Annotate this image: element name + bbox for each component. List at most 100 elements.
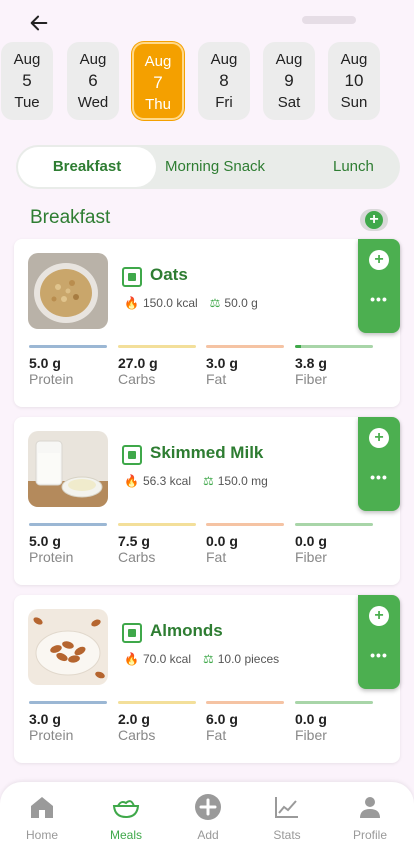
date-chip[interactable]: Aug 10 Sun bbox=[328, 42, 380, 120]
plus-circle-icon bbox=[178, 794, 238, 820]
nutrient-protein: 5.0 g Protein bbox=[29, 523, 107, 565]
nutrient-value: 3.0 g bbox=[29, 711, 61, 727]
food-calories: 70.0 kcal bbox=[142, 652, 191, 666]
arrow-left-icon[interactable] bbox=[28, 12, 50, 34]
food-amount: 50.0 g bbox=[224, 296, 258, 310]
food-name: Almonds bbox=[150, 621, 223, 640]
date-month: Aug bbox=[275, 51, 303, 68]
date-chip[interactable]: Aug 6 Wed bbox=[67, 42, 119, 120]
date-chip-selected[interactable]: Aug 7 Thu bbox=[132, 42, 184, 120]
nutrient-label: Fat bbox=[206, 727, 227, 743]
home-icon bbox=[12, 794, 72, 820]
nutrient-label: Carbs bbox=[118, 549, 156, 565]
veg-indicator-icon bbox=[122, 267, 142, 287]
date-weekday: Fri bbox=[215, 94, 233, 111]
nutrient-value: 3.0 g bbox=[206, 355, 238, 371]
bottom-nav: Home Meals Add Stats Profile bbox=[0, 782, 414, 850]
food-name: Skimmed Milk bbox=[150, 443, 264, 462]
nav-meals[interactable]: Meals bbox=[96, 794, 156, 842]
person-icon bbox=[340, 794, 400, 820]
veg-indicator-icon bbox=[122, 623, 142, 643]
date-day: 7 bbox=[153, 73, 163, 92]
nutrient-label: Protein bbox=[29, 371, 74, 387]
nutrient-protein: 5.0 g Protein bbox=[29, 345, 107, 387]
nutrient-fiber: 0.0 g Fiber bbox=[295, 523, 373, 565]
nutrient-value: 0.0 g bbox=[295, 711, 327, 727]
food-amount: 10.0 pieces bbox=[217, 652, 280, 666]
nutrient-value: 6.0 g bbox=[206, 711, 238, 727]
date-weekday: Tue bbox=[14, 94, 40, 111]
tab-breakfast[interactable]: Breakfast bbox=[18, 147, 156, 187]
tab-lunch[interactable]: Lunch bbox=[333, 145, 374, 189]
flame-icon: 🔥 bbox=[124, 296, 139, 310]
nutrient-bar bbox=[29, 523, 107, 526]
nutrient-label: Carbs bbox=[118, 727, 156, 743]
nutrient-value: 2.0 g bbox=[118, 711, 150, 727]
nutrient-carbs: 7.5 g Carbs bbox=[118, 523, 196, 565]
nav-label: Add bbox=[197, 828, 219, 842]
nutrient-label: Protein bbox=[29, 549, 74, 565]
blurred-header-text bbox=[302, 16, 356, 24]
nutrient-bar bbox=[118, 345, 196, 348]
date-chip[interactable]: Aug 5 Tue bbox=[1, 42, 53, 120]
nutrient-bar bbox=[206, 345, 284, 348]
nutrient-bar bbox=[206, 701, 284, 704]
tab-morning-snack[interactable]: Morning Snack bbox=[165, 145, 265, 189]
nutrient-fat: 0.0 g Fat bbox=[206, 523, 284, 565]
nav-label: Home bbox=[25, 828, 58, 842]
food-card[interactable]: Almonds 🔥 70.0 kcal ⚖ 10.0 pieces + ••• … bbox=[14, 595, 400, 763]
nutrient-value: 0.0 g bbox=[295, 533, 327, 549]
nav-stats[interactable]: Stats bbox=[257, 794, 317, 842]
nutrient-value: 7.5 g bbox=[118, 533, 150, 549]
date-weekday: Thu bbox=[145, 96, 171, 113]
date-month: Aug bbox=[13, 51, 41, 68]
card-action-panel: + ••• bbox=[358, 417, 400, 511]
date-chip[interactable]: Aug 8 Fri bbox=[198, 42, 250, 120]
nutrient-bar bbox=[295, 701, 373, 704]
nutrient-value: 0.0 g bbox=[206, 533, 238, 549]
nav-add[interactable]: Add bbox=[178, 794, 238, 842]
date-day: 8 bbox=[219, 71, 229, 90]
date-day: 5 bbox=[22, 71, 32, 90]
flame-icon: 🔥 bbox=[124, 652, 139, 666]
add-portion-button[interactable]: + bbox=[369, 606, 389, 626]
food-calories: 150.0 kcal bbox=[142, 296, 198, 310]
nutrient-value: 3.8 g bbox=[295, 355, 327, 371]
food-card[interactable]: Skimmed Milk 🔥 56.3 kcal ⚖ 150.0 mg + ••… bbox=[14, 417, 400, 585]
date-day: 9 bbox=[284, 71, 294, 90]
nav-home[interactable]: Home bbox=[12, 794, 72, 842]
nutrient-label: Fat bbox=[206, 371, 227, 387]
nutrient-label: Fat bbox=[206, 549, 227, 565]
flame-icon: 🔥 bbox=[124, 474, 139, 488]
nutrient-label: Carbs bbox=[118, 371, 156, 387]
nav-profile[interactable]: Profile bbox=[340, 794, 400, 842]
date-strip[interactable]: Aug 5 Tue Aug 6 Wed Aug 7 Thu Aug 8 Fri … bbox=[0, 42, 414, 122]
nutrient-protein: 3.0 g Protein bbox=[29, 701, 107, 743]
more-options-button[interactable]: ••• bbox=[358, 291, 400, 307]
add-food-button[interactable]: + bbox=[360, 209, 388, 231]
almonds-photo bbox=[28, 609, 108, 685]
date-day: 6 bbox=[88, 71, 98, 90]
add-portion-button[interactable]: + bbox=[369, 250, 389, 270]
nutrient-value: 5.0 g bbox=[29, 355, 61, 371]
nutrient-bar bbox=[206, 523, 284, 526]
food-meta: 🔥 70.0 kcal ⚖ 10.0 pieces bbox=[124, 652, 279, 666]
food-meta: 🔥 56.3 kcal ⚖ 150.0 mg bbox=[124, 474, 268, 488]
nutrient-label: Protein bbox=[29, 727, 74, 743]
food-card[interactable]: Oats 🔥 150.0 kcal ⚖ 50.0 g + ••• 5.0 g P… bbox=[14, 239, 400, 407]
date-weekday: Wed bbox=[77, 94, 109, 111]
more-options-button[interactable]: ••• bbox=[358, 469, 400, 485]
date-chip[interactable]: Aug 9 Sat bbox=[263, 42, 315, 120]
nav-label: Profile bbox=[352, 828, 387, 842]
more-options-button[interactable]: ••• bbox=[358, 647, 400, 663]
chart-icon bbox=[257, 794, 317, 820]
add-portion-button[interactable]: + bbox=[369, 428, 389, 448]
nutrient-bar bbox=[295, 345, 373, 348]
nutrient-carbs: 2.0 g Carbs bbox=[118, 701, 196, 743]
nutrient-bar bbox=[295, 523, 373, 526]
nav-label: Meals bbox=[109, 828, 142, 842]
bowl-icon bbox=[96, 794, 156, 820]
food-meta: 🔥 150.0 kcal ⚖ 50.0 g bbox=[124, 296, 258, 310]
nutrient-label: Fiber bbox=[295, 549, 327, 565]
nutrient-fiber: 0.0 g Fiber bbox=[295, 701, 373, 743]
